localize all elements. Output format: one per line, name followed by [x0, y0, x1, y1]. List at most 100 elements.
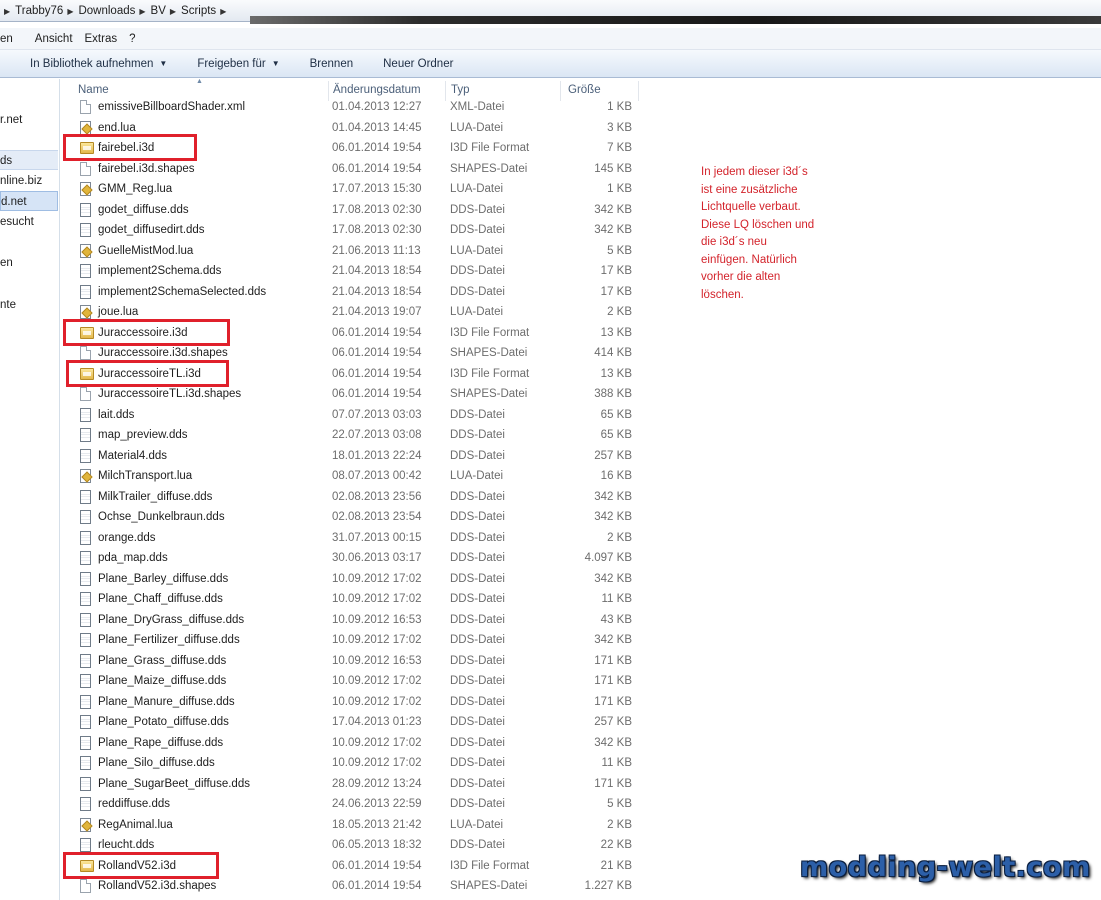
file-row[interactable]: JuraccessoireTL.i3d.shapes 06.01.2014 19:… [60, 384, 640, 405]
file-row[interactable]: Juraccessoire.i3d 06.01.2014 19:54 I3D Fil… [60, 318, 640, 346]
add-to-library-label: In Bibliothek aufnehmen [30, 57, 154, 70]
file-name: MilchTransport.lua [98, 470, 193, 482]
file-type: DDS-Datei [450, 408, 505, 421]
breadcrumb-item-trabby76[interactable]: Trabby76 [15, 5, 63, 17]
file-row[interactable]: end.lua 01.04.2013 14:45 LUA-Datei 3 KB [60, 118, 640, 139]
column-header-name[interactable]: Name [78, 84, 109, 96]
dds-file-icon [80, 592, 93, 607]
file-size: 3 KB [607, 121, 632, 134]
file-row[interactable]: orange.dds 31.07.2013 00:15 DDS-Datei 2 KB [60, 528, 640, 549]
file-row[interactable]: map_preview.dds 22.07.2013 03:08 DDS-Datei… [60, 425, 640, 446]
file-row[interactable]: Plane_Rape_diffuse.dds 10.09.2012 17:02 DD… [60, 733, 640, 754]
file-date: 21.04.2013 18:54 [332, 285, 422, 298]
breadcrumb-item-bv[interactable]: BV [151, 5, 166, 17]
file-row[interactable]: Plane_Manure_diffuse.dds 10.09.2012 17:02… [60, 692, 640, 713]
file-size: 2 KB [607, 818, 632, 831]
file-row[interactable]: Plane_Potato_diffuse.dds 17.04.2013 01:23… [60, 712, 640, 733]
nav-item-recent-searches[interactable]: esucht [0, 212, 58, 232]
file-size: 5 KB [607, 244, 632, 257]
file-row[interactable]: joue.lua 21.04.2013 19:07 LUA-Datei 2 KB [60, 302, 640, 323]
file-row[interactable]: pda_map.dds 30.06.2013 03:17 DDS-Datei 4.09… [60, 548, 640, 569]
file-size: 65 KB [600, 429, 632, 441]
file-row[interactable]: Plane_Chaff_diffuse.dds 10.09.2012 17:02 D… [60, 589, 640, 610]
menu-item-ansicht[interactable]: Ansicht [29, 33, 79, 45]
file-date: 06.01.2014 19:54 [332, 367, 422, 380]
file-type: XML-Datei [450, 101, 505, 113]
column-header-type[interactable]: Typ [451, 84, 470, 96]
file-type: DDS-Datei [450, 613, 505, 626]
file-row[interactable]: emissiveBillboardShader.xml 01.04.2013 12… [60, 97, 640, 118]
file-type: SHAPES-Datei [450, 388, 528, 400]
file-row[interactable]: Plane_Fertilizer_diffuse.dds 10.09.2012 1… [60, 630, 640, 651]
file-type: I3D File Format [450, 859, 530, 872]
file-date: 22.07.2013 03:08 [332, 429, 422, 441]
file-date: 21.06.2013 11:13 [332, 244, 421, 257]
file-row[interactable]: Plane_SugarBeet_diffuse.dds 28.09.2012 13… [60, 774, 640, 795]
nav-item-online-biz[interactable]: nline.biz [0, 171, 58, 191]
nav-item-downloads[interactable]: ds [0, 150, 58, 170]
file-row[interactable]: fairebel.i3d.shapes 06.01.2014 19:54 SHAPE… [60, 159, 640, 180]
file-row[interactable]: RollandV52.i3d 06.01.2014 19:54 I3D File F… [60, 851, 640, 879]
lua-file-icon [80, 817, 93, 833]
file-name: implement2SchemaSelected.dds [98, 285, 267, 298]
file-row[interactable]: Plane_Maize_diffuse.dds 10.09.2012 17:02 D… [60, 671, 640, 692]
breadcrumb-item-downloads[interactable]: Downloads [78, 5, 135, 17]
file-row[interactable]: Plane_DryGrass_diffuse.dds 10.09.2012 16:… [60, 610, 640, 631]
file-name: fairebel.i3d.shapes [98, 162, 195, 175]
file-size: 13 KB [600, 367, 632, 380]
file-row[interactable]: GuelleMistMod.lua 21.06.2013 11:13 LUA-Dat… [60, 241, 640, 262]
breadcrumb-item-scripts[interactable]: Scripts [181, 5, 216, 17]
nav-item-libraries[interactable]: en [0, 253, 58, 273]
nav-item-d-net[interactable]: d.net [0, 191, 58, 211]
file-row[interactable]: RollandV52.i3d.shapes 06.01.2014 19:54 SHA… [60, 876, 640, 897]
column-header-size[interactable]: Größe [568, 84, 601, 96]
file-row[interactable]: Ochse_Dunkelbraun.dds 02.08.2013 23:54 DDS… [60, 507, 640, 528]
file-row[interactable]: Plane_Grass_diffuse.dds 10.09.2012 16:53 D… [60, 651, 640, 672]
nav-item-net[interactable]: r.net [0, 110, 58, 130]
file-date: 30.06.2013 03:17 [332, 552, 422, 564]
share-with-button[interactable]: Freigeben für ▼ [197, 58, 279, 70]
dds-file-icon [80, 571, 93, 587]
file-row[interactable]: RegAnimal.lua 18.05.2013 21:42 LUA-Datei 2 … [60, 815, 640, 836]
file-row[interactable]: lait.dds 07.07.2013 03:03 DDS-Datei 65 KB [60, 405, 640, 426]
nav-item-network[interactable]: nte [0, 295, 58, 315]
breadcrumb: ▶ Trabby76 ▶ Downloads ▶ BV ▶ Scripts ▶ [0, 3, 231, 19]
file-row[interactable]: reddiffuse.dds 24.06.2013 22:59 DDS-Datei 5… [60, 794, 640, 815]
file-row[interactable]: Plane_Silo_diffuse.dds 10.09.2012 17:02 DD… [60, 753, 640, 774]
chevron-right-icon: ▶ [139, 6, 146, 16]
file-date: 06.01.2014 19:54 [332, 142, 422, 154]
file-row[interactable]: implement2Schema.dds 21.04.2013 18:54 DDS-… [60, 261, 640, 282]
file-size: 2 KB [607, 531, 632, 544]
file-size: 171 KB [594, 777, 632, 790]
file-date: 10.09.2012 17:02 [332, 634, 422, 646]
menu-item-extras[interactable]: Extras [79, 33, 124, 45]
file-row[interactable]: implement2SchemaSelected.dds 21.04.2013 1… [60, 282, 640, 303]
dds-file-icon [80, 735, 93, 751]
file-row[interactable]: rleucht.dds 06.05.2013 18:32 DDS-Datei 22 K… [60, 835, 640, 856]
file-row[interactable]: godet_diffusedirt.dds 17.08.2013 02:30 DDS… [60, 220, 640, 241]
chevron-right-icon[interactable]: ▶ [216, 7, 231, 16]
file-name: RollandV52.i3d.shapes [98, 880, 217, 892]
burn-button[interactable]: Brennen [310, 58, 353, 70]
file-row[interactable]: Juraccessoire.i3d.shapes 06.01.2014 19:54… [60, 343, 640, 364]
add-to-library-button[interactable]: In Bibliothek aufnehmen ▼ [30, 58, 167, 70]
column-header-date[interactable]: Änderungsdatum [333, 84, 421, 96]
menu-item-help[interactable]: ? [123, 33, 141, 45]
dropdown-arrow-icon: ▼ [159, 59, 168, 68]
file-row[interactable]: GMM_Reg.lua 17.07.2013 15:30 LUA-Datei 1 KB [60, 179, 640, 200]
file-row[interactable]: MilkTrailer_diffuse.dds 02.08.2013 23:56 D… [60, 487, 640, 508]
file-row[interactable]: MilchTransport.lua 08.07.2013 00:42 LUA-Da… [60, 466, 640, 487]
file-row[interactable]: godet_diffuse.dds 17.08.2013 02:30 DDS-Dat… [60, 200, 640, 221]
file-name: Plane_Chaff_diffuse.dds [98, 593, 223, 605]
file-row[interactable]: JuraccessoireTL.i3d 06.01.2014 19:54 I3D F… [60, 359, 640, 387]
file-row[interactable]: Material4.dds 18.01.2013 22:24 DDS-Datei 25… [60, 446, 640, 467]
new-folder-button[interactable]: Neuer Ordner [383, 58, 453, 70]
menu-item-bearbeiten[interactable]: en [0, 33, 19, 45]
file-size: 4.097 KB [584, 552, 632, 564]
menu-bar: en Ansicht Extras ? [0, 28, 1101, 50]
file-type: SHAPES-Datei [450, 347, 528, 359]
i3d-file-icon [80, 141, 94, 156]
file-name: map_preview.dds [98, 429, 188, 441]
file-row[interactable]: Plane_Barley_diffuse.dds 10.09.2012 17:02… [60, 569, 640, 590]
file-row[interactable]: fairebel.i3d 06.01.2014 19:54 I3D File For… [60, 134, 640, 161]
